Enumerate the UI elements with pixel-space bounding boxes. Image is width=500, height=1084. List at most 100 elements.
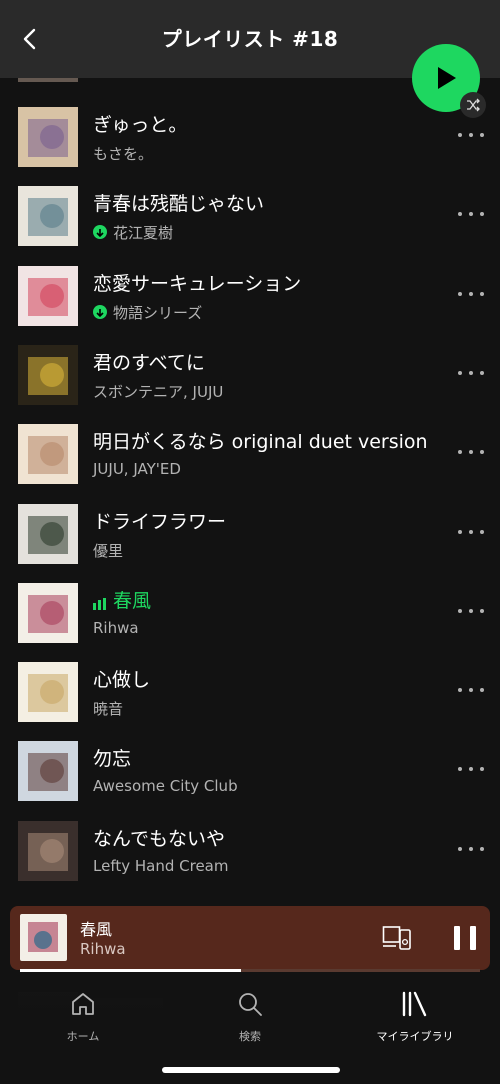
more-dot-icon (480, 608, 484, 613)
album-art (18, 503, 78, 564)
track-artist: 花江夏樹 (113, 224, 174, 243)
more-dot-icon (469, 291, 473, 296)
track-title: なんでもないや (93, 827, 226, 850)
tab-search[interactable]: 検索 (175, 988, 325, 1044)
more-dot-icon (458, 529, 462, 534)
more-dot-icon (469, 688, 473, 693)
pause-button[interactable] (454, 926, 476, 950)
more-options-button[interactable] (458, 843, 484, 855)
more-dot-icon (458, 133, 462, 137)
back-button[interactable] (14, 22, 44, 56)
track-row[interactable]: 春風 Rihwa (0, 582, 500, 662)
playback-progress-bar[interactable] (20, 969, 480, 972)
mini-player-album-art (20, 914, 67, 961)
more-dot-icon (480, 688, 484, 693)
more-options-button[interactable] (458, 684, 484, 696)
pause-icon-bar (470, 926, 476, 950)
more-dot-icon (480, 133, 484, 137)
track-title: ぎゅっと。 (93, 114, 188, 136)
home-indicator (162, 1067, 340, 1073)
more-dot-icon (458, 608, 462, 613)
album-art (18, 820, 78, 881)
more-dot-icon (480, 291, 484, 296)
more-dot-icon (480, 846, 484, 851)
more-dot-icon (458, 291, 462, 296)
album-art (18, 662, 78, 723)
track-artist: 優里 (93, 541, 124, 560)
track-row[interactable]: 君のすべてにスボンテニア, JUJU (0, 344, 500, 424)
more-options-button[interactable] (458, 605, 484, 617)
tab-library[interactable]: マイライブラリ (340, 988, 490, 1044)
more-dot-icon (458, 846, 462, 851)
mini-player[interactable]: 春風 Rihwa (10, 906, 490, 970)
more-dot-icon (469, 529, 473, 534)
track-title: 君のすべてに (93, 351, 205, 374)
track-row[interactable]: 勿忘 Awesome City Club (0, 741, 500, 820)
more-dot-icon (458, 370, 462, 375)
home-icon (72, 993, 94, 1015)
more-dot-icon (469, 608, 473, 613)
track-row[interactable]: ドライフラワー 優里 (0, 503, 500, 583)
pause-icon-bar (454, 926, 460, 950)
shuffle-button[interactable] (460, 92, 486, 118)
track-row[interactable]: 恋愛サーキュレーション物語シリーズ (0, 265, 500, 345)
more-options-button[interactable] (458, 129, 484, 141)
more-options-button[interactable] (458, 288, 484, 300)
library-icon (402, 991, 427, 1017)
more-dot-icon (480, 767, 484, 772)
track-title: 春風 (113, 589, 152, 612)
album-art (18, 424, 78, 485)
album-art (18, 741, 78, 802)
more-dot-icon (480, 370, 484, 375)
tab-home-label: ホーム (66, 1030, 100, 1043)
tab-home[interactable]: ホーム (8, 988, 158, 1044)
more-options-button[interactable] (458, 446, 484, 458)
more-dot-icon (458, 212, 462, 217)
track-artist: もさを。 (93, 145, 154, 163)
search-icon (239, 993, 262, 1016)
more-dot-icon (480, 450, 484, 455)
more-dot-icon (469, 767, 473, 772)
more-dot-icon (469, 846, 473, 851)
track-row[interactable]: 明日がくるなら original duet version JUJU, JAY'E… (0, 424, 500, 503)
track-artist: Rihwa (93, 618, 139, 637)
shuffle-icon (467, 98, 480, 112)
mini-player-artist: Rihwa (80, 940, 126, 958)
track-title: 明日がくるなら original duet version (93, 431, 428, 454)
more-dot-icon (469, 370, 473, 375)
track-artist: Awesome City Club (93, 777, 238, 796)
partial-album-art (18, 78, 78, 82)
tab-search-label: 検索 (239, 1030, 261, 1043)
track-row[interactable]: なんでもないや Lefty Hand Cream (0, 820, 500, 898)
track-title: 心做し (93, 669, 151, 692)
more-dot-icon (458, 767, 462, 772)
chevron-left-icon (23, 28, 36, 50)
play-icon (438, 67, 456, 89)
track-artist: Lefty Hand Cream (93, 856, 229, 875)
connect-device-button[interactable] (382, 925, 412, 951)
more-dot-icon (480, 529, 484, 534)
track-row[interactable]: 青春は残酷じゃない花江夏樹 (0, 186, 500, 265)
album-art (18, 582, 78, 643)
more-options-button[interactable] (458, 763, 484, 775)
album-art (18, 265, 78, 326)
track-list[interactable]: ぎゅっと。もさを。青春は残酷じゃない花江夏樹恋愛サーキュレーション物語シリーズ君… (0, 78, 500, 898)
more-options-button[interactable] (458, 526, 484, 538)
track-title: 勿忘 (93, 748, 132, 771)
track-row[interactable]: 心做し 暁音 (0, 662, 500, 741)
track-title: 青春は残酷じゃない (93, 193, 265, 216)
more-options-button[interactable] (458, 208, 484, 220)
track-title: 恋愛サーキュレーション (93, 272, 302, 295)
more-dot-icon (458, 450, 462, 455)
track-row[interactable]: ぎゅっと。 もさを。 (0, 107, 500, 186)
mini-player-title: 春風 (80, 920, 113, 939)
tab-library-label: マイライブラリ (376, 1030, 454, 1043)
track-artist: 暁音 (93, 700, 124, 719)
track-title: ドライフラワー (93, 510, 227, 533)
track-artist: 物語シリーズ (113, 303, 203, 322)
album-art (18, 344, 78, 405)
track-artist: JUJU, JAY'ED (93, 460, 181, 479)
more-dot-icon (458, 688, 462, 693)
track-artist: スボンテニア, JUJU (93, 382, 224, 401)
more-options-button[interactable] (458, 367, 484, 379)
